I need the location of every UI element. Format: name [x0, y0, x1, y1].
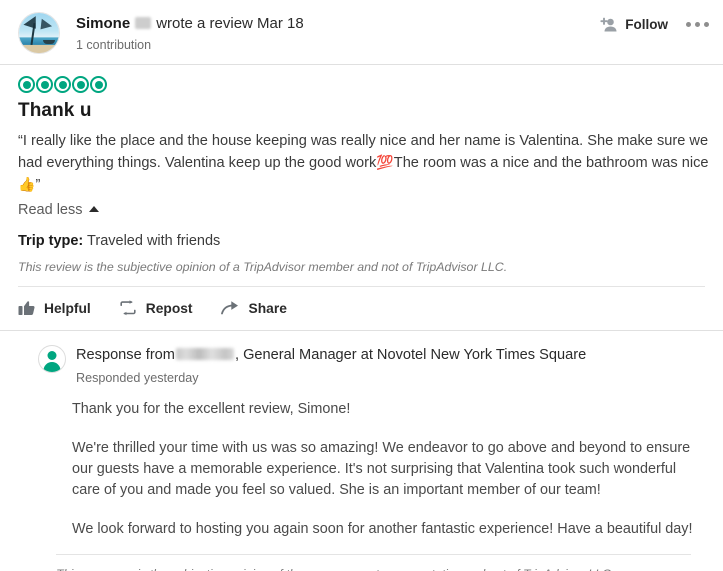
dot	[704, 22, 709, 27]
repost-button[interactable]: Repost	[119, 300, 193, 316]
rating-bubbles	[0, 65, 723, 93]
reviewer-info: Simone wrote a review Mar 18 1 contribut…	[76, 12, 304, 52]
more-options-icon[interactable]	[686, 22, 709, 27]
response-disclaimer: This response is the subjective opinion …	[38, 555, 709, 571]
chevron-up-icon	[89, 206, 100, 212]
follow-button[interactable]: Follow	[600, 17, 668, 32]
response-timestamp: Responded yesterday	[76, 371, 199, 385]
share-arrow-icon	[220, 300, 240, 316]
read-less-toggle[interactable]: Read less	[0, 196, 117, 218]
rating-bubble	[18, 76, 35, 93]
person-icon-head	[47, 351, 57, 360]
response-paragraph: Thank you for the excellent review, Simo…	[72, 401, 351, 417]
rating-bubble	[72, 76, 89, 93]
response-attribution: Response from , General Manager at Novot…	[76, 346, 586, 365]
follow-label: Follow	[625, 17, 668, 32]
response-paragraph: We look forward to hosting you again soo…	[72, 521, 693, 537]
review-close-quote: ”	[35, 177, 41, 193]
response-role: , General Manager at Novotel New York Ti…	[234, 347, 587, 363]
thumbs-up-emoji: 👍	[18, 176, 36, 192]
review-body-line-1: “I really like the place and the house k…	[18, 133, 709, 149]
response-header: Response from , General Manager at Novot…	[38, 345, 709, 385]
management-response: Response from , General Manager at Novot…	[0, 331, 723, 571]
trip-type-value: Traveled with friends	[87, 233, 221, 249]
person-plus-icon	[600, 17, 618, 32]
trip-type: Trip type: Traveled with friends	[0, 219, 723, 249]
rating-bubble	[54, 76, 71, 93]
review-body: “I really like the place and the house k…	[0, 122, 723, 196]
response-meta: Response from , General Manager at Novot…	[76, 345, 586, 385]
person-icon-body	[43, 362, 61, 372]
review-byline: Simone wrote a review Mar 18	[76, 14, 304, 33]
dot	[686, 22, 691, 27]
helpful-label: Helpful	[44, 300, 91, 316]
manager-avatar	[38, 345, 66, 373]
review-header: Simone wrote a review Mar 18 1 contribut…	[0, 0, 723, 64]
read-less-label: Read less	[18, 202, 83, 218]
reviewer-name[interactable]: Simone	[76, 14, 130, 33]
response-prefix: Response from	[76, 347, 175, 363]
review-actions: Helpful Repost Share	[0, 287, 723, 330]
response-body: Thank you for the excellent review, Simo…	[38, 385, 709, 540]
rating-bubble	[90, 76, 107, 93]
reviewer-avatar[interactable]	[18, 12, 60, 54]
trip-type-label: Trip type:	[18, 233, 84, 249]
review-card: Simone wrote a review Mar 18 1 contribut…	[0, 0, 723, 571]
helpful-button[interactable]: Helpful	[18, 300, 91, 316]
rating-bubble	[36, 76, 53, 93]
avatar-photo-sand	[19, 45, 59, 53]
repost-label: Repost	[145, 300, 193, 316]
share-button[interactable]: Share	[220, 300, 287, 316]
reviewer-contributions: 1 contribution	[76, 38, 152, 52]
review-disclaimer: This review is the subjective opinion of…	[18, 260, 508, 274]
hundred-points-emoji: 💯	[376, 154, 394, 170]
response-paragraph: We're thrilled your time with us was so …	[72, 440, 691, 498]
byline-action-text: wrote a review Mar 18	[156, 15, 304, 32]
thumbs-up-icon	[18, 300, 35, 316]
review-body-line-2a: had everything things. Valentina keep up…	[18, 155, 377, 171]
redacted-manager-name	[175, 348, 234, 360]
review-body-line-2b: The room was a nice and the bathroom was…	[393, 155, 709, 171]
redacted-name-badge	[135, 17, 152, 29]
share-label: Share	[248, 300, 287, 316]
repost-icon	[119, 300, 137, 316]
review-title[interactable]: Thank u	[0, 93, 723, 122]
dot	[695, 22, 700, 27]
header-actions: Follow	[600, 17, 709, 32]
